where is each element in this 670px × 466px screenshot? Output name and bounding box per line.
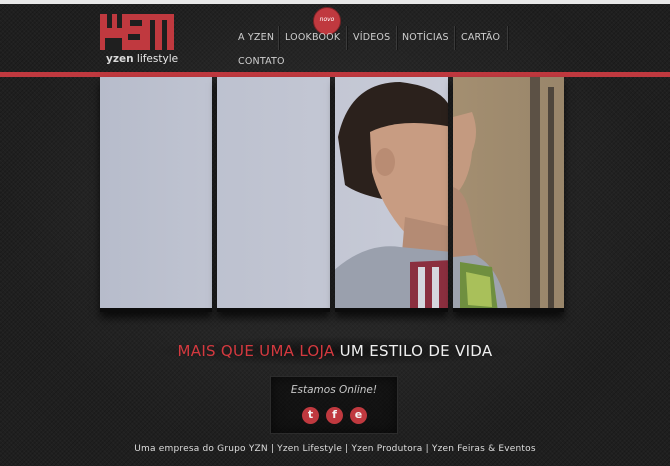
- browser-top-strip: [0, 0, 670, 4]
- online-title: Estamos Online!: [290, 384, 378, 396]
- hero-panel: [335, 77, 448, 312]
- panel-shadow: [335, 308, 448, 312]
- yzn-logo-mark: [100, 12, 174, 50]
- logo-wordmark: yzen lifestyle: [106, 53, 178, 65]
- twitter-icon[interactable]: t: [302, 407, 319, 424]
- panel-shadow: [217, 308, 330, 312]
- slogan-red: MAIS QUE UMA LOJA: [177, 342, 335, 360]
- facebook-icon[interactable]: f: [326, 407, 343, 424]
- yzen-logo[interactable]: yzen lifestyle: [100, 12, 178, 68]
- nav-item-lookbook[interactable]: LOOKBOOK: [285, 28, 340, 48]
- nav-separator: [278, 26, 279, 50]
- hero-photo: [335, 77, 448, 312]
- nav-separator: [454, 26, 455, 50]
- hero-panel: [217, 77, 330, 312]
- nav-separator: [507, 26, 508, 50]
- nav-separator: [396, 26, 397, 50]
- facebook-glyph: f: [332, 408, 337, 421]
- hero-slideshow[interactable]: [100, 77, 564, 312]
- nav-item-contato[interactable]: CONTATO: [238, 52, 285, 72]
- nav-item-videos[interactable]: VÍDEOS: [353, 28, 390, 48]
- twitter-glyph: t: [307, 408, 314, 421]
- nav-item-a-yzen[interactable]: A YZEN: [238, 28, 274, 48]
- panel-shadow: [453, 308, 564, 312]
- blog-glyph: e: [354, 408, 363, 421]
- slogan-white: UM ESTILO DE VIDA: [339, 342, 493, 360]
- nav-item-noticias[interactable]: NOTÍCIAS: [402, 28, 449, 48]
- hero-panel: [453, 77, 564, 312]
- nav-item-cartao[interactable]: CARTÃO: [461, 28, 500, 48]
- hero-panel: [100, 77, 212, 312]
- nav-separator: [346, 26, 347, 50]
- panel-shadow: [100, 308, 212, 312]
- blog-icon[interactable]: e: [350, 407, 367, 424]
- slogan: MAIS QUE UMA LOJA UM ESTILO DE VIDA: [0, 342, 670, 360]
- hero-photo: [100, 77, 212, 312]
- hero-photo: [453, 77, 564, 312]
- online-box: Estamos Online! t f e: [270, 376, 398, 434]
- logo-name-bold: yzen: [106, 53, 134, 65]
- logo-name-rest: lifestyle: [133, 53, 179, 65]
- hero-photo: [217, 77, 330, 312]
- new-badge-label: novo: [319, 16, 335, 23]
- footer-links[interactable]: Uma empresa do Grupo YZN | Yzen Lifestyl…: [0, 444, 670, 454]
